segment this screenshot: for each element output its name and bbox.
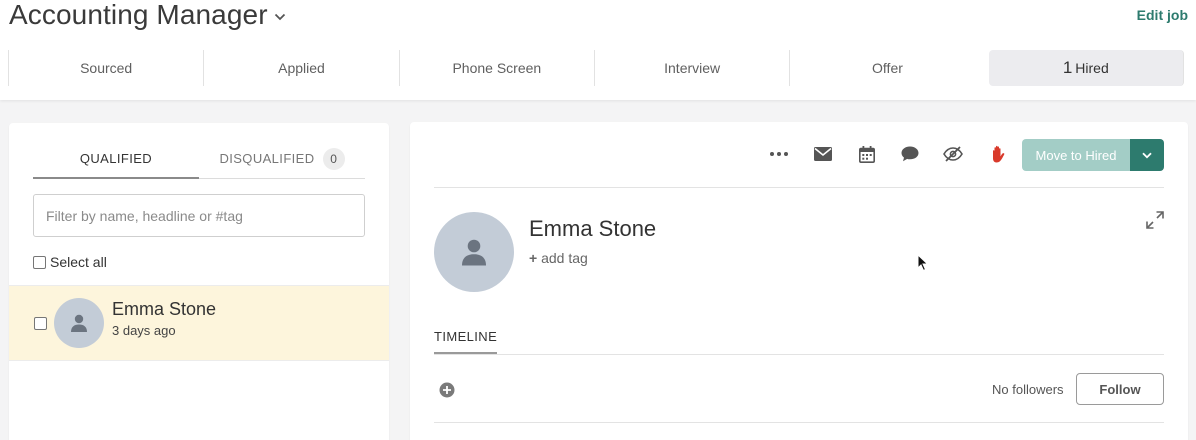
stage-label: Interview [664,60,721,76]
candidate-checkbox[interactable] [34,317,47,330]
move-to-hired-button[interactable]: Move to Hired [1022,139,1130,171]
stage-label: Phone Screen [452,60,542,76]
more-icon[interactable] [765,142,793,166]
stage-offer[interactable]: Offer [789,50,984,86]
hide-icon[interactable] [939,142,967,166]
page-header: Accounting Manager Edit job Sourced Appl… [0,0,1196,100]
tab-label: QUALIFIED [79,151,153,166]
tab-disqualified[interactable]: DISQUALIFIED 0 [199,147,365,178]
filter-input[interactable] [33,194,365,237]
person-icon [462,239,486,266]
tab-label: DISQUALIFIED [219,151,315,166]
mouse-cursor-icon [917,253,929,277]
stage-label: Hired [1075,60,1109,76]
add-tag-label: add tag [541,250,588,266]
stop-hand-icon[interactable] [984,142,1012,166]
job-title-dropdown[interactable]: Accounting Manager [9,0,286,31]
job-title: Accounting Manager [9,0,268,30]
calendar-icon[interactable] [853,142,881,166]
disqualified-count-badge: 0 [322,148,345,170]
candidate-list-panel: QUALIFIED DISQUALIFIED 0 Select all Emma… [9,123,389,440]
list-item[interactable]: Emma Stone 3 days ago [9,285,389,361]
add-tag-link[interactable]: + add tag [529,250,588,266]
chevron-down-icon [1142,152,1152,158]
followers-status: No followers [992,382,1064,397]
comment-icon[interactable] [896,142,924,166]
email-icon[interactable] [809,142,837,166]
chevron-down-icon [274,8,286,26]
person-icon [71,314,87,332]
select-all[interactable]: Select all [33,254,107,270]
stage-label: Offer [872,60,903,76]
tab-timeline[interactable]: TIMELINE [434,329,498,354]
tab-qualified[interactable]: QUALIFIED [33,147,199,179]
candidate-profile-name: Emma Stone [529,216,657,241]
stage-label: Sourced [80,60,133,76]
add-activity-icon[interactable] [439,382,455,398]
stage-label: Applied [278,60,325,76]
pipeline-stages: Sourced Applied Phone Screen Interview O… [8,50,1188,86]
edit-job-link[interactable]: Edit job [1137,7,1188,23]
divider [434,354,1164,355]
move-options-dropdown[interactable] [1130,139,1164,171]
stage-applied[interactable]: Applied [203,50,398,86]
follow-button[interactable]: Follow [1076,373,1164,405]
expand-icon[interactable] [1146,211,1164,229]
candidate-detail-panel: Move to Hired Emma Stone + add tag TIMEL… [410,122,1188,440]
stage-count: 1 [1062,58,1073,77]
divider [434,187,1164,188]
candidate-name: Emma Stone [112,299,217,319]
select-all-label: Select all [50,254,107,270]
plus-icon: + [529,250,538,266]
candidate-time: 3 days ago [112,323,176,338]
stage-phone-screen[interactable]: Phone Screen [398,50,594,86]
divider [434,422,1164,423]
stage-hired[interactable]: 1 Hired [988,50,1184,86]
select-all-checkbox[interactable] [33,255,46,269]
stage-sourced[interactable]: Sourced [8,50,203,86]
stage-interview[interactable]: Interview [593,50,789,86]
avatar [54,298,104,348]
candidate-tabs: QUALIFIED DISQUALIFIED 0 [33,147,365,179]
avatar [434,212,514,292]
